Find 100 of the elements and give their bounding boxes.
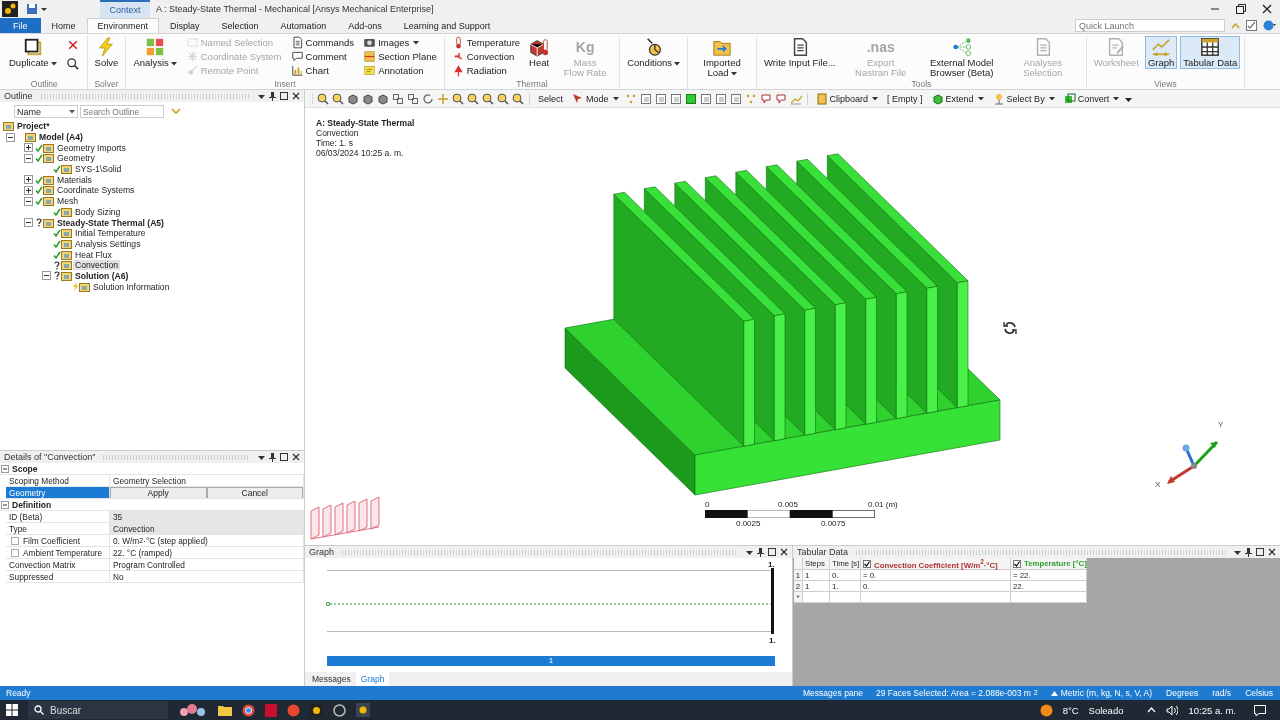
face-select-icon[interactable] xyxy=(699,92,712,105)
dropdown-caret-icon[interactable] xyxy=(41,6,47,12)
zoom-icon[interactable] xyxy=(497,92,509,105)
status-item[interactable]: rad/s xyxy=(1211,687,1233,699)
menu-tab[interactable]: Learning and Support xyxy=(392,18,502,33)
toolbar-button[interactable]: Mode xyxy=(569,91,622,106)
menu-tab[interactable]: Home xyxy=(40,18,87,33)
menu-tab[interactable]: Add-ons xyxy=(337,18,393,33)
app-logo-icon[interactable] xyxy=(2,1,18,17)
ribbon-button[interactable]: Temperature xyxy=(448,36,524,49)
face-select-icon[interactable] xyxy=(729,92,742,105)
ribbon-button[interactable]: Imported Load xyxy=(692,36,753,79)
menu-tab[interactable]: Automation xyxy=(269,18,338,33)
maximize-icon[interactable] xyxy=(280,92,288,100)
zoom-icon[interactable] xyxy=(482,92,494,105)
ribbon-button[interactable]: External Model Browser (Beta) xyxy=(922,36,1001,79)
speaker-icon[interactable] xyxy=(1166,704,1179,716)
expand-toggle[interactable] xyxy=(23,196,33,206)
dropdown-caret-icon[interactable] xyxy=(258,92,265,100)
zoom-icon[interactable] xyxy=(452,92,464,105)
face-select-icon[interactable] xyxy=(654,92,667,105)
search-field[interactable]: Buscar xyxy=(28,701,168,719)
ribbon-button[interactable]: Images xyxy=(360,36,440,49)
expand-toggle[interactable] xyxy=(23,143,33,153)
toolbar-button[interactable]: Select xyxy=(535,92,566,105)
ribbon-button[interactable]: Solve xyxy=(91,36,122,69)
ribbon-button[interactable]: Chart xyxy=(287,64,358,77)
apply-button[interactable]: Apply xyxy=(110,487,207,498)
maximize-icon[interactable] xyxy=(768,548,776,556)
checklist-icon[interactable] xyxy=(1246,20,1257,31)
menu-tab[interactable]: Selection xyxy=(210,18,270,33)
checkbox[interactable] xyxy=(11,536,19,545)
tree-item[interactable]: Initial Temperature xyxy=(73,228,148,239)
zoom-icon[interactable] xyxy=(317,92,329,105)
checkbox[interactable] xyxy=(11,548,19,557)
expand-toggle[interactable] xyxy=(23,185,33,195)
expand-toggle[interactable] xyxy=(23,153,33,163)
search-field[interactable]: Search Outline xyxy=(80,105,164,118)
dropdown-caret-icon[interactable] xyxy=(258,453,265,461)
tree-item[interactable]: Heat Flux xyxy=(73,249,114,260)
ribbon-button[interactable]: Commands xyxy=(287,36,358,49)
ribbon-button[interactable]: Section Plane xyxy=(360,50,440,63)
menu-tab[interactable]: Environment xyxy=(86,18,160,33)
status-item[interactable]: Celsius xyxy=(1244,687,1274,699)
table-cell[interactable] xyxy=(861,592,1011,603)
panel-tab[interactable]: Graph xyxy=(355,672,390,686)
toolbar-button[interactable]: [ Empty ] xyxy=(884,92,926,105)
expand-toggle[interactable] xyxy=(1,500,9,509)
ribbon-button[interactable]: Radiation xyxy=(448,64,524,77)
tree-item[interactable]: Solution Information xyxy=(91,281,172,292)
table-cell[interactable] xyxy=(1011,592,1087,603)
label-icon[interactable] xyxy=(774,92,787,105)
grip-icon[interactable] xyxy=(311,92,314,105)
pin-icon[interactable] xyxy=(269,91,276,101)
expand-toggle[interactable] xyxy=(23,218,33,228)
cube-icon[interactable] xyxy=(377,92,389,105)
label-icon[interactable] xyxy=(759,92,772,105)
save-icon[interactable] xyxy=(26,3,38,15)
panel-tab[interactable]: Messages xyxy=(307,672,356,686)
status-item[interactable]: Messages pane xyxy=(802,687,865,699)
tree-item[interactable]: Geometry xyxy=(55,153,97,164)
tree-item[interactable]: Coordinate Systems xyxy=(55,185,137,196)
quick-launch-field[interactable]: Quick Launch xyxy=(1075,19,1225,32)
tree-item[interactable]: SYS-1\Solid xyxy=(73,164,124,175)
table-cell[interactable] xyxy=(803,592,830,603)
zoom-icon[interactable] xyxy=(332,92,344,105)
tree-item[interactable]: Mesh xyxy=(55,196,80,207)
cube-icon[interactable] xyxy=(347,92,359,105)
close-icon[interactable] xyxy=(1268,548,1276,556)
face-select-icon[interactable] xyxy=(714,92,727,105)
face-select-icon[interactable] xyxy=(669,92,682,105)
document-app-icon[interactable] xyxy=(265,703,277,717)
app-icon[interactable] xyxy=(287,703,300,717)
rotate-icon[interactable] xyxy=(422,92,434,105)
ribbon-button[interactable]: Analysis xyxy=(130,36,180,69)
close-icon[interactable] xyxy=(292,453,300,461)
ribbon-button[interactable]: Comment xyxy=(287,50,358,63)
zoom-icon[interactable] xyxy=(512,92,524,105)
tree-item[interactable]: Analysis Settings xyxy=(73,238,143,249)
units-menu[interactable]: Metric (m, kg, N, s, V, A) xyxy=(1049,687,1154,699)
dropdown-caret-icon[interactable] xyxy=(1234,548,1241,556)
ribbon-button[interactable]: Tabular Data xyxy=(1180,36,1241,69)
timeline-bar[interactable]: 1 xyxy=(327,656,775,666)
tree-item[interactable]: Project* xyxy=(15,121,52,132)
table-cell[interactable] xyxy=(830,592,861,603)
face-select-icon[interactable] xyxy=(684,92,697,105)
toolbar-button[interactable]: Clipboard xyxy=(812,91,882,106)
pin-icon[interactable] xyxy=(1245,547,1252,557)
box-select-icon[interactable] xyxy=(392,92,404,105)
tree-item[interactable]: Steady-State Thermal (A5) xyxy=(55,217,166,228)
ribbon-button[interactable]: Heat xyxy=(526,36,553,69)
close-icon[interactable] xyxy=(292,92,300,100)
expand-toggle[interactable] xyxy=(5,132,15,142)
ribbon-button[interactable]: Graph xyxy=(1144,36,1178,69)
tree-item[interactable]: Model (A4) xyxy=(37,132,85,143)
close-icon[interactable] xyxy=(1262,4,1272,14)
toolbar-button[interactable]: Extend xyxy=(928,91,987,106)
gear-app-icon[interactable] xyxy=(356,703,370,717)
folder-icon[interactable] xyxy=(218,704,232,716)
windows-logo-icon[interactable] xyxy=(6,704,18,716)
